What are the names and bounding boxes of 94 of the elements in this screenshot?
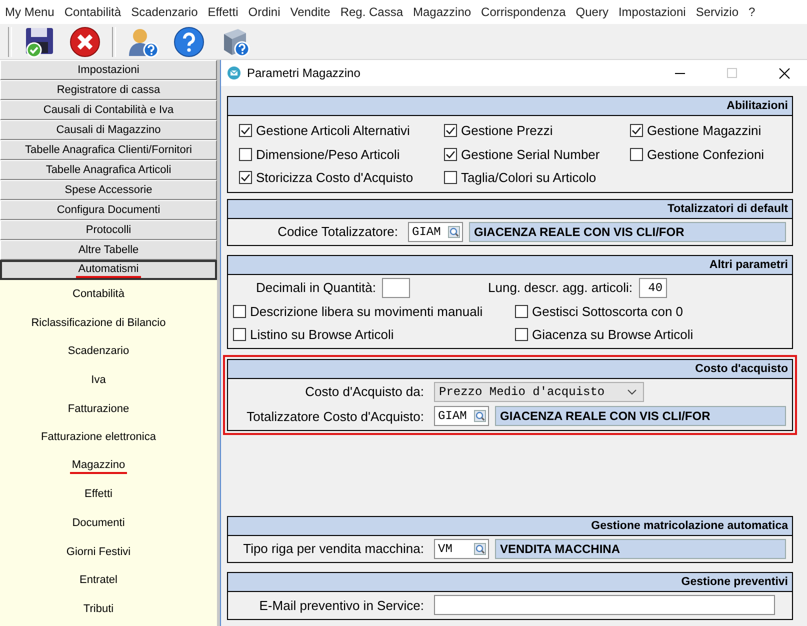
field-label: Lung. descr. agg. articoli: xyxy=(488,280,633,296)
sidebar-group-button[interactable]: Protocolli xyxy=(0,220,217,240)
app-icon xyxy=(227,66,241,80)
caret-icon xyxy=(627,388,637,395)
menu-item[interactable]: Vendite xyxy=(285,5,336,19)
panel-title: Totalizzatori di default xyxy=(667,202,788,214)
menu-item[interactable]: Corrispondenza xyxy=(476,5,571,19)
description-field: VENDITA MACCHINA xyxy=(495,538,786,559)
checkbox[interactable] xyxy=(239,148,252,161)
panel-title: Gestione preventivi xyxy=(681,576,788,588)
checkbox[interactable] xyxy=(239,171,252,184)
sidebar-group-button[interactable]: Tabelle Anagrafica Clienti/Fornitori xyxy=(0,140,217,160)
menu-item[interactable]: My Menu xyxy=(0,5,60,19)
menu-item[interactable]: Servizio xyxy=(690,5,744,19)
panel-title: Costo d'acquisto xyxy=(695,362,788,374)
sidebar-group-button[interactable]: Spese Accessorie xyxy=(0,180,217,200)
sidebar-link[interactable]: Giorni Festivi xyxy=(64,544,133,559)
panel-title: Gestione matricolazione automatica xyxy=(591,520,788,532)
checkbox[interactable] xyxy=(630,124,643,138)
number-field[interactable] xyxy=(382,278,410,298)
help-icon[interactable] xyxy=(173,26,205,58)
close-icon xyxy=(778,68,790,78)
menu-item[interactable]: Contabilità xyxy=(59,5,126,19)
menu-item[interactable]: Effetti xyxy=(202,5,244,19)
checkbox[interactable] xyxy=(515,304,528,318)
sidebar-link[interactable]: Iva xyxy=(89,373,108,388)
sidebar-link[interactable]: Riclassificazione di Bilancio xyxy=(29,316,168,330)
checkbox[interactable] xyxy=(444,171,457,184)
field-label: Costo d'Acquisto da: xyxy=(305,384,425,400)
checkbox[interactable] xyxy=(444,148,457,161)
sidebar-link[interactable]: Magazzino xyxy=(70,458,128,474)
menu-item[interactable]: Impostazioni xyxy=(613,5,691,19)
code-field[interactable]: GIAM xyxy=(408,222,463,242)
checkbox[interactable] xyxy=(444,124,457,138)
close-icon[interactable] xyxy=(69,26,101,58)
sidebar-group-button[interactable]: Automatismi xyxy=(0,260,217,280)
search-icon[interactable] xyxy=(474,410,486,422)
field-label: Codice Totalizzatore: xyxy=(278,224,399,240)
menu-item[interactable]: Magazzino xyxy=(408,5,476,19)
panel-title: Altri parametri xyxy=(709,259,788,271)
sidebar-group-button[interactable]: Impostazioni xyxy=(0,60,217,80)
sidebar-group-button[interactable]: Causali di Contabilità e Iva xyxy=(0,100,217,120)
checkbox-label: Giacenza su Browse Articoli xyxy=(532,327,694,342)
number-field[interactable]: 40 xyxy=(638,278,667,298)
code-field[interactable]: VM xyxy=(434,538,489,559)
checkbox[interactable] xyxy=(630,148,643,161)
checkbox-label: Listino su Browse Articoli xyxy=(250,327,394,342)
sidebar-group-button[interactable]: Causali di Magazzino xyxy=(0,120,217,140)
sidebar-group-button[interactable]: Registratore di cassa xyxy=(0,80,217,100)
menu-item[interactable]: Scadenzario xyxy=(126,5,203,19)
checkbox-label: Taglia/Colori su Articolo xyxy=(461,170,596,186)
checkbox[interactable] xyxy=(233,304,246,318)
checkbox[interactable] xyxy=(233,328,246,342)
description-field: GIACENZA REALE CON VIS CLI/FOR xyxy=(469,222,786,242)
dropdown[interactable]: Prezzo Medio d'acquisto xyxy=(434,382,644,402)
save-icon[interactable] xyxy=(23,26,55,58)
menu-item[interactable]: ? xyxy=(744,5,760,19)
panel-title: Abilitazioni xyxy=(726,100,788,112)
search-icon[interactable] xyxy=(448,226,460,238)
menu-item[interactable]: Query xyxy=(570,5,614,19)
checkbox-label: Gestisci Sottoscorta con 0 xyxy=(532,304,684,319)
sidebar-group-button[interactable]: Altre Tabelle xyxy=(0,240,217,260)
checkbox-label: Storicizza Costo d'Acquisto xyxy=(256,170,414,186)
sidebar-link[interactable]: Contabilità xyxy=(70,287,126,302)
checkbox-label: Gestione Confezioni xyxy=(647,146,764,162)
code-field[interactable]: GIAM xyxy=(434,406,489,426)
maximize-icon xyxy=(727,68,737,78)
sidebar-link[interactable]: Fatturazione elettronica xyxy=(39,430,158,444)
checkbox-label: Gestione Magazzini xyxy=(647,123,762,138)
sidebar-link[interactable]: Fatturazione xyxy=(66,402,132,416)
checkbox-label: Gestione Serial Number xyxy=(461,146,600,162)
sidebar-link[interactable]: Scadenzario xyxy=(66,344,132,358)
field-label: Decimali in Quantità: xyxy=(256,280,376,296)
checkbox-label: Dimensione/Peso Articoli xyxy=(256,146,400,162)
checkbox-label: Gestione Prezzi xyxy=(461,123,553,138)
input-field[interactable] xyxy=(434,595,775,616)
description-field: GIACENZA REALE CON VIS CLI/FOR xyxy=(495,406,786,426)
checkbox-label: Gestione Articoli Alternativi xyxy=(256,123,410,138)
checkbox-label: Descrizione libera su movimenti manuali xyxy=(250,304,483,319)
menu-item[interactable]: Ordini xyxy=(243,5,286,19)
window-title: Parametri Magazzino xyxy=(247,66,362,80)
checkbox[interactable] xyxy=(239,124,252,138)
checkbox[interactable] xyxy=(515,328,528,342)
sidebar-group-button[interactable]: Configura Documenti xyxy=(0,200,217,220)
sidebar-link[interactable]: Tributi xyxy=(81,602,116,616)
field-label: Totalizzatore Costo d'Acquisto: xyxy=(246,408,425,424)
sidebar-link[interactable]: Effetti xyxy=(82,487,114,502)
field-label: Tipo riga per vendita macchina: xyxy=(243,541,425,556)
field-label: E-Mail preventivo in Service: xyxy=(259,598,425,613)
sidebar-link[interactable]: Documenti xyxy=(70,516,127,530)
menu-item[interactable]: Reg. Cassa xyxy=(335,5,408,19)
sidebar-link[interactable]: Entratel xyxy=(78,573,120,588)
search-icon[interactable] xyxy=(474,542,486,555)
sidebar-group-button[interactable]: Tabelle Anagrafica Articoli xyxy=(0,160,217,180)
